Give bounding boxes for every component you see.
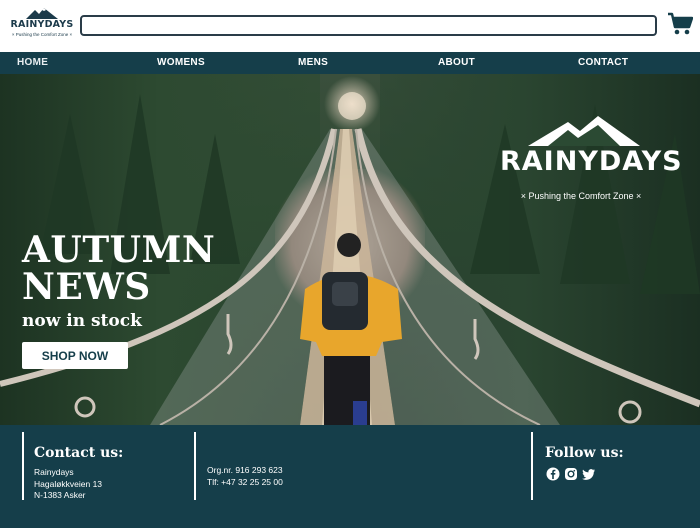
- logo-slogan: × Pushing the Comfort Zone ×: [11, 32, 73, 37]
- hero-title: AUTUMN NEWS: [22, 229, 216, 308]
- nav-home[interactable]: HOME: [17, 57, 48, 68]
- facebook-icon[interactable]: [546, 467, 560, 481]
- search-input[interactable]: [80, 15, 657, 36]
- org-number: Org.nr. 916 293 623: [207, 465, 283, 475]
- address-line: N-1383 Asker: [34, 490, 86, 500]
- hero-logo-slogan: × Pushing the Comfort Zone ×: [520, 191, 642, 201]
- hero-banner: AUTUMN NEWS now in stock SHOP NOW RAINYD…: [0, 74, 700, 425]
- address-line: Hagaløkkveien 13: [34, 479, 103, 489]
- hero-subtitle: now in stock: [22, 311, 142, 331]
- twitter-icon[interactable]: [582, 467, 596, 481]
- cart-icon[interactable]: [667, 11, 693, 37]
- phone-number: Tlf: +47 32 25 25 00: [207, 477, 283, 487]
- mountain-icon: [26, 8, 58, 19]
- contact-heading: Contact us:: [34, 445, 124, 461]
- nav-womens[interactable]: WOMENS: [157, 57, 205, 68]
- nav-contact[interactable]: CONTACT: [578, 57, 628, 68]
- hero-logo: RAINYDAYS × Pushing the Comfort Zone ×: [500, 116, 683, 206]
- instagram-icon[interactable]: [564, 467, 578, 481]
- site-header: RAINYDAYS × Pushing the Comfort Zone ×: [0, 0, 700, 52]
- main-nav: HOME WOMENS MENS ABOUT CONTACT: [0, 52, 700, 74]
- nav-mens[interactable]: MENS: [298, 57, 328, 68]
- footer-divider: [22, 432, 24, 500]
- site-footer: Contact us: Rainydays Hagaløkkveien 13 N…: [0, 425, 700, 528]
- shop-now-button[interactable]: SHOP NOW: [22, 342, 128, 369]
- follow-heading: Follow us:: [545, 445, 624, 461]
- footer-divider: [194, 432, 196, 500]
- mountain-icon: [528, 116, 640, 146]
- logo[interactable]: RAINYDAYS × Pushing the Comfort Zone ×: [10, 7, 74, 43]
- hero-logo-brand: RAINYDAYS: [500, 146, 683, 177]
- footer-divider: [531, 432, 533, 500]
- address-line: Rainydays: [34, 467, 74, 477]
- nav-about[interactable]: ABOUT: [438, 57, 475, 68]
- logo-brand: RAINYDAYS: [10, 19, 74, 30]
